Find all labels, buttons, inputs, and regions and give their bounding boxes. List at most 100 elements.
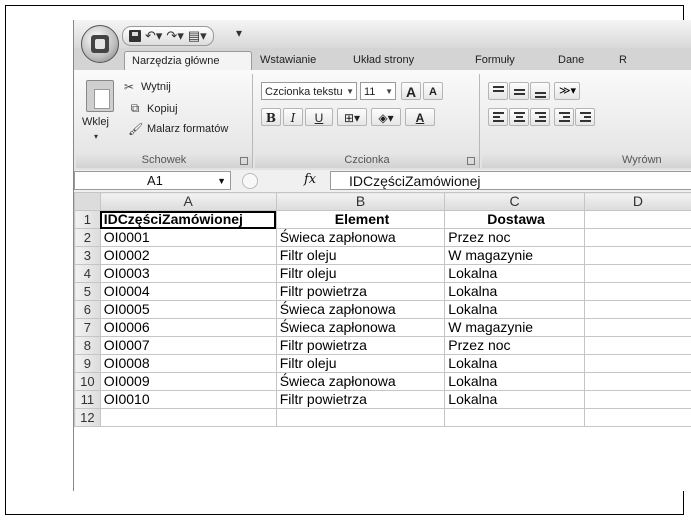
cell[interactable]: Filtr powietrza bbox=[275, 282, 446, 301]
font-size-select[interactable]: 11 ▼ bbox=[360, 82, 396, 100]
italic-button[interactable]: I bbox=[283, 108, 303, 126]
decrease-indent-icon[interactable] bbox=[554, 108, 574, 126]
cell[interactable]: OI0005 bbox=[99, 300, 277, 319]
cell[interactable]: Przez noc bbox=[444, 228, 585, 247]
align-top-icon[interactable] bbox=[488, 82, 508, 100]
cell[interactable]: W magazynie bbox=[444, 318, 585, 337]
row-header[interactable]: 9 bbox=[74, 354, 101, 373]
row-header[interactable]: 3 bbox=[74, 246, 101, 265]
align-bottom-icon[interactable] bbox=[530, 82, 550, 100]
tab-data[interactable]: Dane bbox=[558, 51, 584, 70]
cell[interactable] bbox=[275, 408, 446, 427]
paste-dropdown-icon[interactable]: ▾ bbox=[94, 132, 98, 141]
cell[interactable] bbox=[583, 282, 691, 301]
grow-font-button[interactable]: A bbox=[401, 82, 421, 100]
shrink-font-button[interactable]: A bbox=[423, 82, 443, 100]
cell[interactable]: OI0002 bbox=[99, 246, 277, 265]
paste-button[interactable]: Wklej bbox=[82, 116, 109, 128]
formula-input[interactable]: IDCzęściZamówionej bbox=[330, 171, 691, 190]
copy-button[interactable]: ⧉ Kopiuj bbox=[128, 101, 178, 116]
underline-button[interactable]: U bbox=[305, 108, 333, 126]
row-header[interactable]: 8 bbox=[74, 336, 101, 355]
save-icon[interactable] bbox=[129, 30, 141, 42]
cell[interactable]: OI0010 bbox=[99, 390, 277, 409]
cell[interactable]: W magazynie bbox=[444, 246, 585, 265]
row-header[interactable]: 1 bbox=[74, 210, 101, 229]
formula-bar-resize-icon[interactable] bbox=[242, 173, 258, 189]
cell[interactable] bbox=[583, 318, 691, 337]
font-color-button[interactable]: A bbox=[405, 108, 435, 126]
cell[interactable]: Filtr powietrza bbox=[275, 336, 446, 355]
row-header[interactable]: 5 bbox=[74, 282, 101, 301]
chevron-down-icon[interactable]: ▼ bbox=[217, 172, 226, 190]
cell[interactable]: Świeca zapłonowa bbox=[275, 228, 446, 247]
row-header[interactable]: 10 bbox=[74, 372, 101, 391]
cell[interactable] bbox=[583, 246, 691, 265]
cell[interactable]: Świeca zapłonowa bbox=[275, 318, 446, 337]
fill-color-button[interactable]: ◈▾ bbox=[371, 108, 401, 126]
name-box[interactable]: A1 ▼ bbox=[74, 171, 231, 190]
cell[interactable]: Świeca zapłonowa bbox=[275, 300, 446, 319]
cell[interactable]: OI0009 bbox=[99, 372, 277, 391]
undo-icon[interactable]: ↶▾ bbox=[145, 28, 162, 44]
cell[interactable] bbox=[583, 228, 691, 247]
cell[interactable]: Świeca zapłonowa bbox=[275, 372, 446, 391]
tab-home[interactable]: Narzędzia główne bbox=[124, 51, 252, 70]
cell[interactable]: Przez noc bbox=[444, 336, 585, 355]
clipboard-launcher-icon[interactable] bbox=[240, 157, 248, 165]
cell[interactable]: Lokalna bbox=[444, 354, 585, 373]
cell[interactable] bbox=[583, 264, 691, 283]
row-header[interactable]: 4 bbox=[74, 264, 101, 283]
cell[interactable]: IDCzęściZamówionej bbox=[99, 210, 277, 229]
cell[interactable]: Lokalna bbox=[444, 264, 585, 283]
cell[interactable]: OI0004 bbox=[99, 282, 277, 301]
cell[interactable] bbox=[583, 210, 691, 229]
font-name-select[interactable]: Czcionka tekstu ▼ bbox=[261, 82, 357, 100]
align-right-icon[interactable] bbox=[530, 108, 550, 126]
cell[interactable]: OI0006 bbox=[99, 318, 277, 337]
align-left-icon[interactable] bbox=[488, 108, 508, 126]
align-middle-icon[interactable] bbox=[509, 82, 529, 100]
font-launcher-icon[interactable] bbox=[467, 157, 475, 165]
cell[interactable] bbox=[583, 408, 691, 427]
column-header-d[interactable]: D bbox=[583, 192, 691, 211]
insert-function-button[interactable]: fx bbox=[304, 172, 316, 187]
cell[interactable]: Filtr oleju bbox=[275, 264, 446, 283]
borders-button[interactable]: ⊞▾ bbox=[337, 108, 367, 126]
row-header[interactable]: 7 bbox=[74, 318, 101, 337]
cell[interactable]: OI0003 bbox=[99, 264, 277, 283]
cell[interactable]: Element bbox=[275, 210, 446, 229]
customize-toolbar-icon[interactable]: ▾ bbox=[236, 26, 242, 40]
print-preview-icon[interactable]: ▤▾ bbox=[188, 28, 207, 44]
select-all-corner[interactable] bbox=[74, 192, 101, 211]
tab-review[interactable]: R bbox=[619, 51, 627, 70]
column-header-c[interactable]: C bbox=[444, 192, 585, 211]
cell[interactable]: Lokalna bbox=[444, 282, 585, 301]
format-painter-button[interactable]: 🖌 Malarz formatów bbox=[128, 122, 228, 136]
cell[interactable] bbox=[444, 408, 585, 427]
cell[interactable]: Filtr oleju bbox=[275, 354, 446, 373]
tab-formulas[interactable]: Formuły bbox=[475, 51, 515, 70]
cell[interactable] bbox=[99, 408, 277, 427]
cell[interactable]: Lokalna bbox=[444, 300, 585, 319]
column-header-a[interactable]: A bbox=[99, 192, 277, 211]
row-header[interactable]: 12 bbox=[74, 408, 101, 427]
cell[interactable] bbox=[583, 354, 691, 373]
cell[interactable] bbox=[583, 372, 691, 391]
cell[interactable] bbox=[583, 336, 691, 355]
row-header[interactable]: 6 bbox=[74, 300, 101, 319]
orientation-icon[interactable]: ≫▾ bbox=[554, 82, 580, 100]
cut-button[interactable]: ✂ Wytnij bbox=[122, 80, 171, 94]
row-header[interactable]: 2 bbox=[74, 228, 101, 247]
cell[interactable]: OI0001 bbox=[99, 228, 277, 247]
cell[interactable] bbox=[583, 390, 691, 409]
column-header-b[interactable]: B bbox=[275, 192, 446, 211]
align-center-icon[interactable] bbox=[509, 108, 529, 126]
cell[interactable]: Lokalna bbox=[444, 372, 585, 391]
cell[interactable]: OI0008 bbox=[99, 354, 277, 373]
cell[interactable]: Filtr powietrza bbox=[275, 390, 446, 409]
cell[interactable]: Filtr oleju bbox=[275, 246, 446, 265]
cell[interactable] bbox=[583, 300, 691, 319]
redo-icon[interactable]: ↷▾ bbox=[166, 28, 183, 44]
increase-indent-icon[interactable] bbox=[575, 108, 595, 126]
